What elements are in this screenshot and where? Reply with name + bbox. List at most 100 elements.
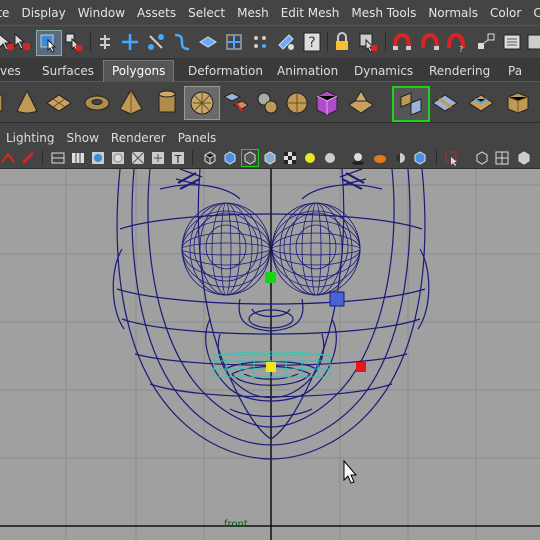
panel-menu-show[interactable]: Show	[61, 131, 105, 145]
field-chart-icon[interactable]	[150, 150, 166, 166]
menu-select[interactable]: Select	[182, 6, 231, 20]
snap-surface-icon[interactable]	[222, 30, 246, 54]
wireframe-icon[interactable]	[202, 150, 218, 166]
tab-animation[interactable]: Animation	[269, 62, 346, 80]
default-light-icon[interactable]	[302, 150, 318, 166]
menu-window[interactable]: Window	[72, 6, 131, 20]
poly-pyramid-icon[interactable]	[114, 86, 148, 118]
render-icon[interactable]	[418, 30, 442, 54]
menu-edit-mesh[interactable]: Edit Mesh	[275, 6, 346, 20]
shadows-icon[interactable]	[350, 150, 366, 166]
snap-together-icon[interactable]	[474, 30, 498, 54]
status-toolbar: ? ?	[0, 25, 540, 59]
texture-icon[interactable]	[282, 150, 298, 166]
toolbar-separator	[42, 150, 43, 166]
paint-select-icon[interactable]	[62, 30, 86, 54]
append-icon[interactable]	[464, 86, 498, 118]
bevel-icon[interactable]	[344, 86, 378, 118]
panel-menu-panels[interactable]: Panels	[172, 131, 223, 145]
snap-plane-icon[interactable]	[170, 30, 194, 54]
four-view-icon[interactable]	[494, 150, 510, 166]
panel-menu-lighting[interactable]: Lighting	[0, 131, 61, 145]
viewport-canvas[interactable]	[0, 169, 540, 540]
menu-color[interactable]: Color	[484, 6, 527, 20]
extrude-icon[interactable]	[500, 86, 534, 118]
attribute-editor-icon[interactable]	[524, 30, 540, 54]
menu-display[interactable]: Display	[15, 6, 71, 20]
lock-icon[interactable]	[330, 30, 354, 54]
flat-shade-icon[interactable]	[262, 150, 278, 166]
menu-assets[interactable]: Assets	[131, 6, 182, 20]
snap-view-icon[interactable]	[248, 30, 272, 54]
toolbar-separator	[327, 32, 328, 52]
menu-mesh[interactable]: Mesh	[231, 6, 275, 20]
mouse-cursor-icon	[343, 459, 358, 484]
tab-rendering[interactable]: Rendering	[421, 62, 498, 80]
front-viewport[interactable]: front	[0, 169, 540, 540]
blue-manipulator-handle[interactable]	[329, 291, 345, 307]
panel-menu-renderer[interactable]: Renderer	[105, 131, 172, 145]
poly-platonic-icon[interactable]	[184, 86, 220, 120]
bookmark-icon[interactable]	[20, 150, 36, 166]
panel-toolbar: T	[0, 148, 540, 169]
select-tool-icon[interactable]	[10, 30, 34, 54]
single-view-icon[interactable]	[474, 150, 490, 166]
smooth-icon[interactable]	[280, 86, 314, 118]
svg-text:?: ?	[459, 45, 463, 53]
ipr-icon[interactable]: ?	[444, 30, 468, 54]
two-view-icon[interactable]	[516, 150, 532, 166]
safe-title-icon[interactable]: T	[170, 150, 186, 166]
film-gate-icon[interactable]	[90, 150, 106, 166]
smooth-shade-icon[interactable]	[222, 150, 238, 166]
poly-plane-icon[interactable]	[42, 86, 76, 118]
menu-normals[interactable]: Normals	[422, 6, 484, 20]
snap-point-icon[interactable]	[144, 30, 168, 54]
main-menubar: ate Display Window Assets Select Mesh Ed…	[0, 0, 540, 25]
isolate-icon[interactable]	[392, 150, 408, 166]
toolbar-separator	[90, 32, 91, 52]
bridge-icon[interactable]	[428, 86, 462, 118]
tab-polygons[interactable]: Polygons	[103, 60, 175, 82]
separate-icon[interactable]	[250, 86, 284, 118]
magnet-icon[interactable]	[274, 30, 298, 54]
help-icon[interactable]: ?	[300, 30, 324, 54]
selection-handle-icon[interactable]	[356, 30, 380, 54]
poly-cone-icon[interactable]	[10, 86, 44, 118]
menu-create[interactable]: ate	[0, 6, 15, 20]
tab-paint-effects[interactable]: Pa	[500, 62, 530, 80]
wireframe-on-shaded-icon[interactable]	[241, 149, 259, 167]
tab-curves[interactable]: ves	[0, 62, 29, 80]
xray-icon[interactable]	[372, 150, 388, 166]
snap-grid-icon[interactable]	[93, 30, 117, 54]
resolution-gate-icon[interactable]	[110, 150, 126, 166]
green-pivot-handle[interactable]	[265, 272, 276, 283]
lasso-icon[interactable]	[36, 30, 62, 56]
render-settings-icon[interactable]	[500, 30, 524, 54]
camera-attributes-icon[interactable]	[0, 150, 16, 166]
red-manipulator-handle[interactable]	[356, 362, 366, 372]
select-camera-icon[interactable]	[444, 150, 460, 166]
tab-surfaces[interactable]: Surfaces	[34, 62, 102, 80]
menu-create-uvs[interactable]: Create UVs	[527, 6, 540, 20]
toolbar-separator	[385, 32, 386, 52]
gate-mask-icon[interactable]	[130, 150, 146, 166]
snap-live-icon[interactable]	[196, 30, 220, 54]
image-plane-icon[interactable]	[50, 150, 66, 166]
combine-icon[interactable]	[218, 86, 252, 118]
mirror-icon[interactable]	[392, 86, 430, 122]
snap-curve-icon[interactable]	[118, 30, 142, 54]
grid-icon[interactable]	[70, 150, 86, 166]
toolbar-separator	[436, 150, 437, 166]
polygons-shelf	[0, 82, 540, 123]
tab-deformation[interactable]: Deformation	[180, 62, 271, 80]
tab-dynamics[interactable]: Dynamics	[346, 62, 421, 80]
all-lights-icon[interactable]	[322, 150, 338, 166]
menu-mesh-tools[interactable]: Mesh Tools	[345, 6, 422, 20]
poly-cylinder-icon[interactable]	[150, 86, 184, 118]
poly-torus-icon[interactable]	[80, 86, 114, 118]
construction-history-icon[interactable]	[390, 30, 414, 54]
yellow-pivot-handle[interactable]	[266, 362, 276, 372]
backface-culling-icon[interactable]	[412, 150, 428, 166]
camera-name-label: front	[224, 519, 248, 530]
extract-icon[interactable]	[310, 86, 344, 118]
